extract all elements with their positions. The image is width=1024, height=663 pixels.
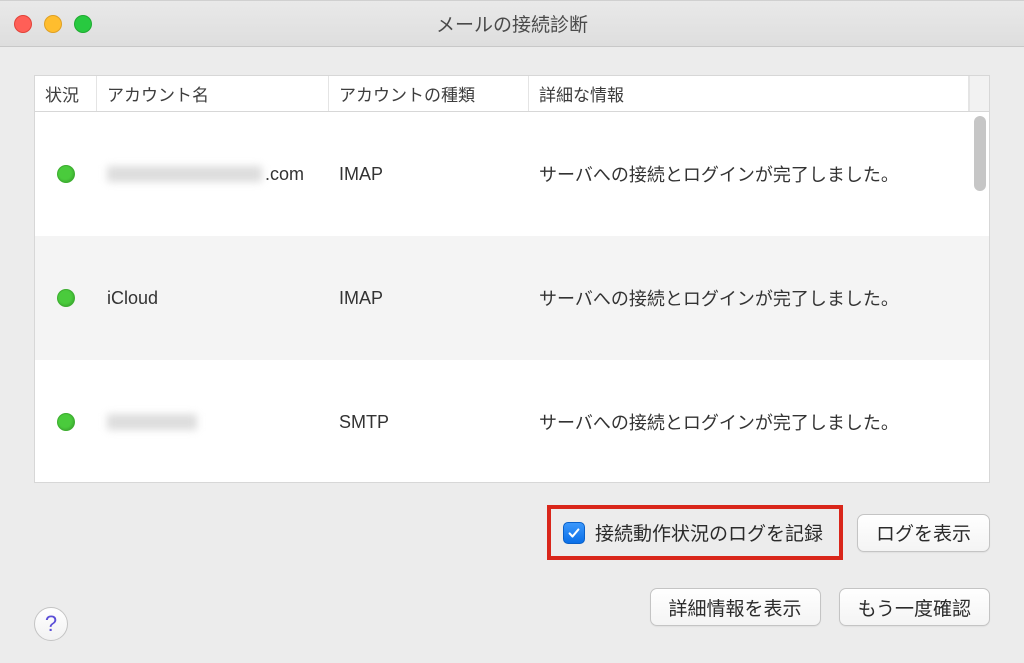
checkmark-icon	[567, 526, 581, 540]
table-row[interactable]: SMTP サーバへの接続とログインが完了しました。	[35, 360, 989, 482]
status-dot-icon	[58, 290, 74, 306]
redacted-text	[107, 414, 197, 430]
table-row[interactable]: .com IMAP サーバへの接続とログインが完了しました。	[35, 112, 989, 236]
window-title: メールの接続診断	[0, 10, 1024, 37]
show-details-button[interactable]: 詳細情報を表示	[650, 588, 821, 626]
status-cell	[35, 290, 97, 306]
record-log-label: 接続動作状況のログを記録	[595, 519, 823, 546]
account-type-cell: IMAP	[329, 164, 529, 185]
scrollbar-header-gutter	[969, 76, 989, 111]
account-type-cell: SMTP	[329, 412, 529, 433]
details-cell: サーバへの接続とログインが完了しました。	[529, 409, 989, 435]
col-header-account-type[interactable]: アカウントの種類	[329, 76, 529, 111]
account-name-suffix: .com	[265, 164, 304, 185]
account-name-cell	[97, 414, 329, 430]
bottom-buttons-row: 詳細情報を表示 もう一度確認	[34, 588, 990, 626]
log-controls-row: 接続動作状況のログを記録 ログを表示	[34, 505, 990, 560]
traffic-lights	[14, 1, 92, 46]
status-dot-icon	[58, 414, 74, 430]
check-again-button[interactable]: もう一度確認	[839, 588, 990, 626]
col-header-details[interactable]: 詳細な情報	[529, 76, 969, 111]
titlebar: メールの接続診断	[0, 1, 1024, 47]
redacted-text	[107, 166, 262, 182]
status-cell	[35, 414, 97, 430]
col-header-status[interactable]: 状況	[35, 76, 97, 111]
connection-doctor-window: メールの接続診断 状況 アカウント名 アカウントの種類 詳細な情報	[0, 0, 1024, 663]
content-area: 状況 アカウント名 アカウントの種類 詳細な情報 .com	[0, 47, 1024, 663]
minimize-button[interactable]	[44, 15, 62, 33]
account-name-cell: .com	[97, 164, 329, 185]
record-log-checkbox[interactable]	[563, 522, 585, 544]
table-header-row: 状況 アカウント名 アカウントの種類 詳細な情報	[35, 76, 989, 112]
details-cell: サーバへの接続とログインが完了しました。	[529, 285, 989, 311]
scrollbar-thumb[interactable]	[974, 116, 986, 191]
close-button[interactable]	[14, 15, 32, 33]
status-dot-icon	[58, 166, 74, 182]
account-type-cell: IMAP	[329, 288, 529, 309]
account-name-cell: iCloud	[97, 288, 329, 309]
table-row[interactable]: iCloud IMAP サーバへの接続とログインが完了しました。	[35, 236, 989, 360]
table-body: .com IMAP サーバへの接続とログインが完了しました。 iCloud IM…	[35, 112, 989, 482]
help-button[interactable]: ?	[34, 607, 68, 641]
zoom-button[interactable]	[74, 15, 92, 33]
details-cell: サーバへの接続とログインが完了しました。	[529, 161, 989, 187]
accounts-table: 状況 アカウント名 アカウントの種類 詳細な情報 .com	[34, 75, 990, 483]
record-log-highlight: 接続動作状況のログを記録	[547, 505, 843, 560]
col-header-account-name[interactable]: アカウント名	[97, 76, 329, 111]
status-cell	[35, 166, 97, 182]
show-log-button[interactable]: ログを表示	[857, 514, 990, 552]
